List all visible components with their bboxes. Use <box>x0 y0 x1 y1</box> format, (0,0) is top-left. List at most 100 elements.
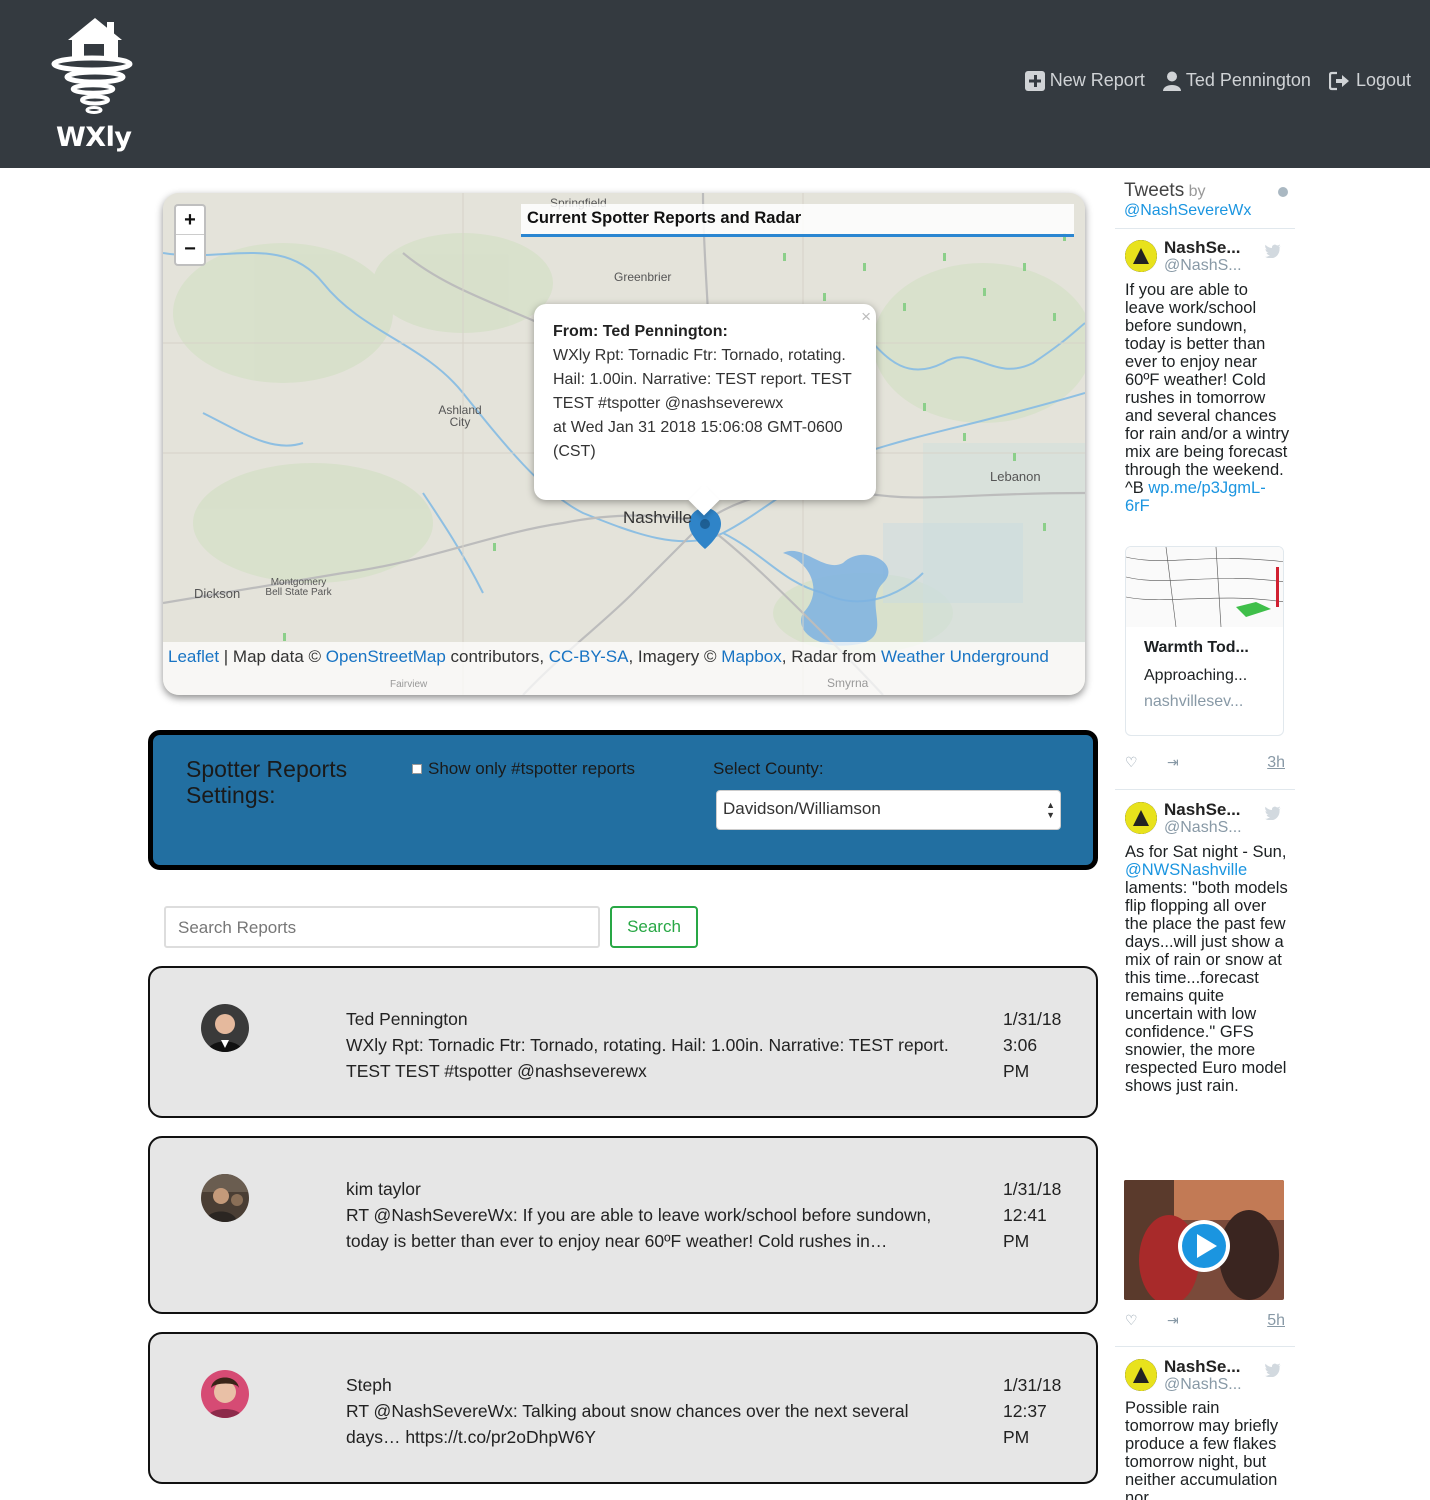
map-label-dickson: Dickson <box>194 586 241 601</box>
user-profile-link[interactable]: Ted Pennington <box>1162 70 1311 91</box>
attrib-imagery: , Imagery © <box>628 647 722 666</box>
tweet-video[interactable] <box>1124 1180 1284 1300</box>
cc-by-sa-link[interactable]: CC-BY-SA <box>549 647 629 666</box>
tweet-author-handle[interactable]: @NashS... <box>1164 1376 1242 1394</box>
tweet-mention-link[interactable]: @NWSNashville <box>1125 861 1247 879</box>
popup-from: From: Ted Pennington: <box>553 323 728 340</box>
tweet-author-name[interactable]: NashSe... <box>1164 238 1241 258</box>
report-ampm: PM <box>1003 1427 1030 1447</box>
map-label-greenbrier: Greenbrier <box>614 270 672 284</box>
report-timestamp: 1/31/18 3:06 PM <box>1003 1006 1083 1084</box>
spotter-settings-panel: Spotter Reports Settings: Show only #tsp… <box>148 730 1098 870</box>
divider <box>1115 789 1295 790</box>
report-text: WXly Rpt: Tornadic Ftr: Tornado, rotatin… <box>346 1035 949 1081</box>
zoom-control: + − <box>174 204 206 266</box>
map-title: Current Spotter Reports and Radar <box>521 204 1074 237</box>
tspotter-filter[interactable]: Show only #tspotter reports <box>412 759 635 779</box>
report-card[interactable]: Ted Pennington WXly Rpt: Tornadic Ftr: T… <box>148 966 1098 1118</box>
tweet-avatar[interactable] <box>1125 240 1157 272</box>
tweet-author-name[interactable]: NashSe... <box>1164 1357 1241 1377</box>
popup-time: at Wed Jan 31 2018 15:06:08 GMT-0600 (CS… <box>553 419 843 460</box>
map-label-smyrna: Smyrna <box>827 676 869 690</box>
share-icon[interactable]: ⇥ <box>1167 1312 1179 1329</box>
tweet-body: If you are able to leave work/school bef… <box>1125 281 1290 497</box>
map-label-nashville: Nashville <box>623 508 692 527</box>
avatar <box>201 1174 249 1222</box>
card-title: Warmth Tod... <box>1144 639 1249 656</box>
tspotter-label: Show only #tspotter reports <box>428 759 635 778</box>
tweet-avatar[interactable] <box>1125 1359 1157 1391</box>
attrib-contributors: contributors, <box>445 647 549 666</box>
tweet-avatar[interactable] <box>1125 802 1157 834</box>
report-text: RT @NashSevereWx: Talking about snow cha… <box>346 1401 909 1447</box>
report-author: Steph <box>346 1375 392 1395</box>
report-body: Steph RT @NashSevereWx: Talking about sn… <box>346 1372 966 1450</box>
tweet-time[interactable]: 3h <box>1267 754 1285 772</box>
popup-body: WXly Rpt: Tornadic Ftr: Tornado, rotatin… <box>553 347 852 412</box>
twitter-timeline[interactable]: Tweets by @NashSevereWx NashSe... @NashS… <box>1115 180 1295 1500</box>
report-card[interactable]: Steph RT @NashSevereWx: Talking about sn… <box>148 1332 1098 1484</box>
wxly-logo[interactable]: WXly <box>50 14 140 154</box>
report-ampm: PM <box>1003 1061 1030 1081</box>
map-label-montgomery-bell: Montgomery Bell State Park <box>265 577 332 598</box>
tweet-author-name[interactable]: NashSe... <box>1164 800 1241 820</box>
spotter-map[interactable]: Springfield Greenbrier Ashland City Leba… <box>163 193 1085 695</box>
card-url: nashvillesev... <box>1144 693 1244 710</box>
tspotter-checkbox[interactable] <box>412 764 422 774</box>
user-name-label: Ted Pennington <box>1185 70 1311 90</box>
zoom-in-button[interactable]: + <box>176 206 204 235</box>
user-icon <box>1162 71 1181 91</box>
tweet-body-cont: laments: "both models flip flopping all … <box>1125 879 1288 1095</box>
tweet-text: Possible rain tomorrow may briefly produ… <box>1125 1399 1279 1500</box>
osm-link[interactable]: OpenStreetMap <box>326 647 446 666</box>
tweet-text: If you are able to leave work/school bef… <box>1125 281 1290 515</box>
settings-title: Spotter Reports Settings: <box>186 756 348 808</box>
search-button[interactable]: Search <box>610 906 698 948</box>
card-image <box>1126 547 1283 628</box>
map-attribution: Leaflet | Map data © OpenStreetMap contr… <box>163 642 1085 695</box>
timeline-by: by <box>1188 183 1206 200</box>
map-label-fairview: Fairview <box>390 679 428 690</box>
weather-underground-link[interactable]: Weather Underground <box>881 647 1049 666</box>
report-date: 1/31/18 <box>1003 1179 1062 1199</box>
county-select[interactable]: Davidson/Williamson ▲ ▼ <box>716 790 1061 830</box>
search-input[interactable]: Search Reports <box>164 906 600 948</box>
like-icon[interactable]: ♡ <box>1125 1312 1138 1329</box>
timeline-handle-link[interactable]: @NashSevereWx <box>1124 202 1251 219</box>
map-label-lebanon: Lebanon <box>990 469 1041 484</box>
timeline-title: Tweets <box>1124 180 1185 201</box>
tornado-house-icon <box>51 18 133 114</box>
report-timestamp: 1/31/18 12:41 PM <box>1003 1176 1083 1254</box>
top-navbar: WXly New Report Ted Pennington Logout <box>0 0 1430 168</box>
plus-square-icon <box>1024 70 1045 91</box>
tweet-time[interactable]: 5h <box>1267 1312 1285 1330</box>
twitter-bird-icon[interactable] <box>1265 244 1281 258</box>
map-label-ashland-city: Ashland City <box>438 403 482 429</box>
zoom-out-button[interactable]: − <box>176 235 204 264</box>
link-card[interactable]: Warmth Tod... Approaching... nashvillese… <box>1125 546 1284 736</box>
share-icon[interactable]: ⇥ <box>1167 754 1179 771</box>
divider <box>1115 228 1295 229</box>
report-author: Ted Pennington <box>346 1009 468 1029</box>
report-timestamp: 1/31/18 12:37 PM <box>1003 1372 1083 1450</box>
new-report-link[interactable]: New Report <box>1024 70 1145 91</box>
report-date: 1/31/18 <box>1003 1009 1062 1029</box>
tweet-link[interactable]: wp.me/p3JgmL-6rF <box>1125 479 1266 515</box>
select-arrows-icon: ▲ ▼ <box>1046 800 1055 820</box>
tweet-actions: ♡ ⇥ 3h <box>1125 754 1285 774</box>
leaflet-link[interactable]: Leaflet <box>168 647 219 666</box>
report-card[interactable]: kim taylor RT @NashSevereWx: If you are … <box>148 1136 1098 1314</box>
report-author: kim taylor <box>346 1179 421 1199</box>
timeline-header: Tweets by @NashSevereWx <box>1124 180 1294 220</box>
popup-close-button[interactable]: × <box>861 305 871 329</box>
twitter-bird-icon[interactable] <box>1265 1363 1281 1377</box>
logout-label: Logout <box>1355 70 1411 90</box>
report-body: Ted Pennington WXly Rpt: Tornadic Ftr: T… <box>346 1006 966 1084</box>
tweet-author-handle[interactable]: @NashS... <box>1164 257 1242 275</box>
mapbox-link[interactable]: Mapbox <box>721 647 781 666</box>
logout-link[interactable]: Logout <box>1328 70 1411 91</box>
tweet-author-handle[interactable]: @NashS... <box>1164 819 1242 837</box>
twitter-bird-icon[interactable] <box>1265 806 1281 820</box>
like-icon[interactable]: ♡ <box>1125 754 1138 771</box>
info-icon[interactable] <box>1278 187 1288 197</box>
